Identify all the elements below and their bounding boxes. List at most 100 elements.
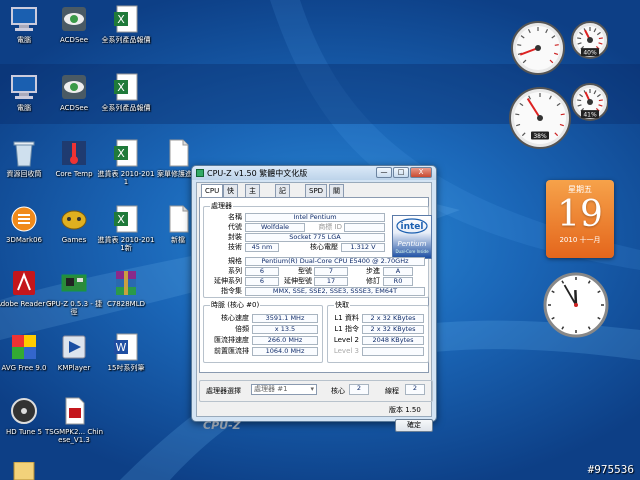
field-label: Level 2 xyxy=(333,336,359,344)
logo-product: Pentium xyxy=(398,240,427,248)
tab-about[interactable]: 關於 xyxy=(329,184,344,207)
icon-label: 進貨表 2010-2011 xyxy=(97,170,155,186)
desktop-icon-excel[interactable]: X 進貨表 2010-2011新 xyxy=(96,202,156,260)
bus-speed-field: 266.0 MHz xyxy=(252,336,318,345)
cpuz-app-icon xyxy=(196,169,204,177)
dial-hub xyxy=(587,37,593,43)
dial-tick xyxy=(577,99,582,102)
window-title: CPU-Z v1.50 繁體中文化版 xyxy=(207,169,308,178)
cpu-meter-gadget[interactable]: 38% 41% xyxy=(508,78,608,152)
revision-field: R0 xyxy=(383,277,413,286)
field-label: 型號 xyxy=(298,267,312,275)
cpu-meter-gadget[interactable]: 40% xyxy=(508,16,608,76)
icon-label: GPU-Z 0.5.3 - 捷徑 xyxy=(45,300,103,316)
kmplayer-icon xyxy=(62,335,86,359)
processor-select[interactable]: 處理器 #1 ▾ xyxy=(251,384,317,395)
pdf-file-icon xyxy=(65,397,85,425)
svg-text:W: W xyxy=(116,341,127,354)
field-label: 步進 xyxy=(366,267,380,275)
document-icon xyxy=(169,205,189,233)
dial-hub xyxy=(587,99,593,105)
desktop-icon-excel[interactable]: X 進貨表 2010-2011 xyxy=(96,136,156,194)
core-temp-icon xyxy=(62,141,86,165)
partial-file-icon xyxy=(13,462,35,480)
desktop-icon-word[interactable]: W 15吋系列筆 xyxy=(96,330,156,388)
logo-brand: intel xyxy=(401,222,424,232)
desktop-icon-excel[interactable]: X 全系列產品報價 xyxy=(96,70,156,128)
spec-field: Pentium(R) Dual-Core CPU E5400 @ 2.70GHz xyxy=(245,257,425,266)
field-label: 前置匯流排 xyxy=(214,347,249,355)
dial-readout-text: 40% xyxy=(583,50,597,57)
desktop-icon-kmplayer[interactable]: KMPlayer xyxy=(44,330,104,388)
tab-cache[interactable]: 快取 xyxy=(223,184,238,207)
icon-label: KMPlayer xyxy=(57,364,91,372)
svg-text:X: X xyxy=(117,147,125,160)
desktop-icon-pdf-file[interactable]: TSGMPK2... Chinese_V1.3 xyxy=(44,394,104,452)
gpu-card-icon xyxy=(61,274,87,292)
desktop-icon-gpuz[interactable]: GPU-Z 0.5.3 - 捷徑 xyxy=(44,266,104,324)
adobe-reader-icon xyxy=(13,271,35,295)
dial-tick xyxy=(515,113,520,116)
rated-fsb-field: 1064.0 MHz xyxy=(252,347,318,356)
clocks-group: 時脈 (核心 #0) 核心速度 3591.1 MHz 倍頻 x 13.5 匯流排… xyxy=(203,300,323,363)
intel-logo-icon: intel Pentium Dual-Core Inside xyxy=(395,218,429,254)
desktop-icon-acdsee[interactable]: ACDSee xyxy=(44,70,104,128)
l1-inst-field: 2 x 32 KBytes xyxy=(362,325,424,334)
icon-label: C7828MLD xyxy=(106,300,146,308)
title-bar[interactable]: CPU-Z v1.50 繁體中文化版 — □ X xyxy=(192,166,436,180)
codename-field: Wolfdale xyxy=(245,223,305,232)
winrar-icon xyxy=(116,271,136,295)
desktop-icon-winrar[interactable]: C7828MLD xyxy=(96,266,156,324)
field-label: 倍頻 xyxy=(235,325,249,333)
dial-hub xyxy=(537,115,543,121)
icon-label: 15吋系列筆 xyxy=(107,364,145,372)
field-label: 指令集 xyxy=(221,287,242,295)
tab-mainboard[interactable]: 主機板 xyxy=(245,184,260,219)
processor-select-value: 處理器 #1 xyxy=(254,385,288,393)
field-label: 技術 xyxy=(228,243,242,251)
window-client: CPU 快取 主機板 記憶體 SPD 關於 處理器 名稱 Intel Penti… xyxy=(196,182,433,432)
clock-gadget[interactable] xyxy=(543,272,609,338)
desktop-icon-excel[interactable]: X 全系列產品報價 xyxy=(96,2,156,60)
tab-cpu[interactable]: CPU xyxy=(201,184,224,198)
field-label: 商標 ID xyxy=(318,223,342,231)
document-icon xyxy=(169,139,189,167)
icon-label: Games xyxy=(61,236,87,244)
calendar-gadget[interactable]: 星期五 19 2010 十一月 xyxy=(546,180,614,258)
desktop-icon-acdsee[interactable]: ACDSee xyxy=(44,2,104,60)
field-label: 延伸系列 xyxy=(214,277,242,285)
icon-label: 全系列產品報價 xyxy=(101,36,151,44)
desktop: 電腦 ACDSee X 全系列產品報價 電腦 ACDSee X 全系列產品報價 … xyxy=(0,0,640,480)
computer-icon xyxy=(11,75,37,99)
cpuz-window[interactable]: CPU-Z v1.50 繁體中文化版 — □ X CPU 快取 主機板 記憶體 … xyxy=(191,165,437,432)
field-label: 系列 xyxy=(228,267,242,275)
cpu-tab-panel: 處理器 名稱 Intel Pentium 代號 Wolfdale 商標 ID 封… xyxy=(199,197,432,373)
acdsee-icon xyxy=(62,7,86,31)
svg-text:X: X xyxy=(117,213,125,226)
field-label: 核心速度 xyxy=(221,314,249,322)
l1-data-field: 2 x 32 KBytes xyxy=(362,314,424,323)
field-label: 修訂 xyxy=(366,277,380,285)
icon-label: ACDSee xyxy=(60,104,88,112)
maximize-button[interactable]: □ xyxy=(393,167,409,178)
desktop-icon-games[interactable]: Games xyxy=(44,202,104,260)
tab-spd[interactable]: SPD xyxy=(305,184,328,197)
ok-button[interactable]: 確定 xyxy=(395,419,433,432)
field-label: L1 指令 xyxy=(334,325,359,333)
minimize-button[interactable]: — xyxy=(376,167,392,178)
avg-icon xyxy=(12,335,36,359)
close-button[interactable]: X xyxy=(410,167,432,178)
desktop-icon-coretemp[interactable]: Core Temp xyxy=(44,136,104,194)
tab-memory[interactable]: 記憶體 xyxy=(275,184,290,219)
cpuz-brand: CPU-Z xyxy=(203,419,241,432)
package-field: Socket 775 LGA xyxy=(245,233,385,242)
field-label: 核心電壓 xyxy=(310,243,338,251)
level3-field xyxy=(362,347,424,356)
icon-label: ACDSee xyxy=(60,36,88,44)
dial-tick xyxy=(517,44,522,46)
field-label: 延伸型號 xyxy=(284,277,312,285)
field-label: 匯流排速度 xyxy=(214,336,249,344)
word-icon: W xyxy=(114,333,138,361)
excel-icon: X xyxy=(114,139,138,167)
threads-field: 2 xyxy=(405,384,425,395)
